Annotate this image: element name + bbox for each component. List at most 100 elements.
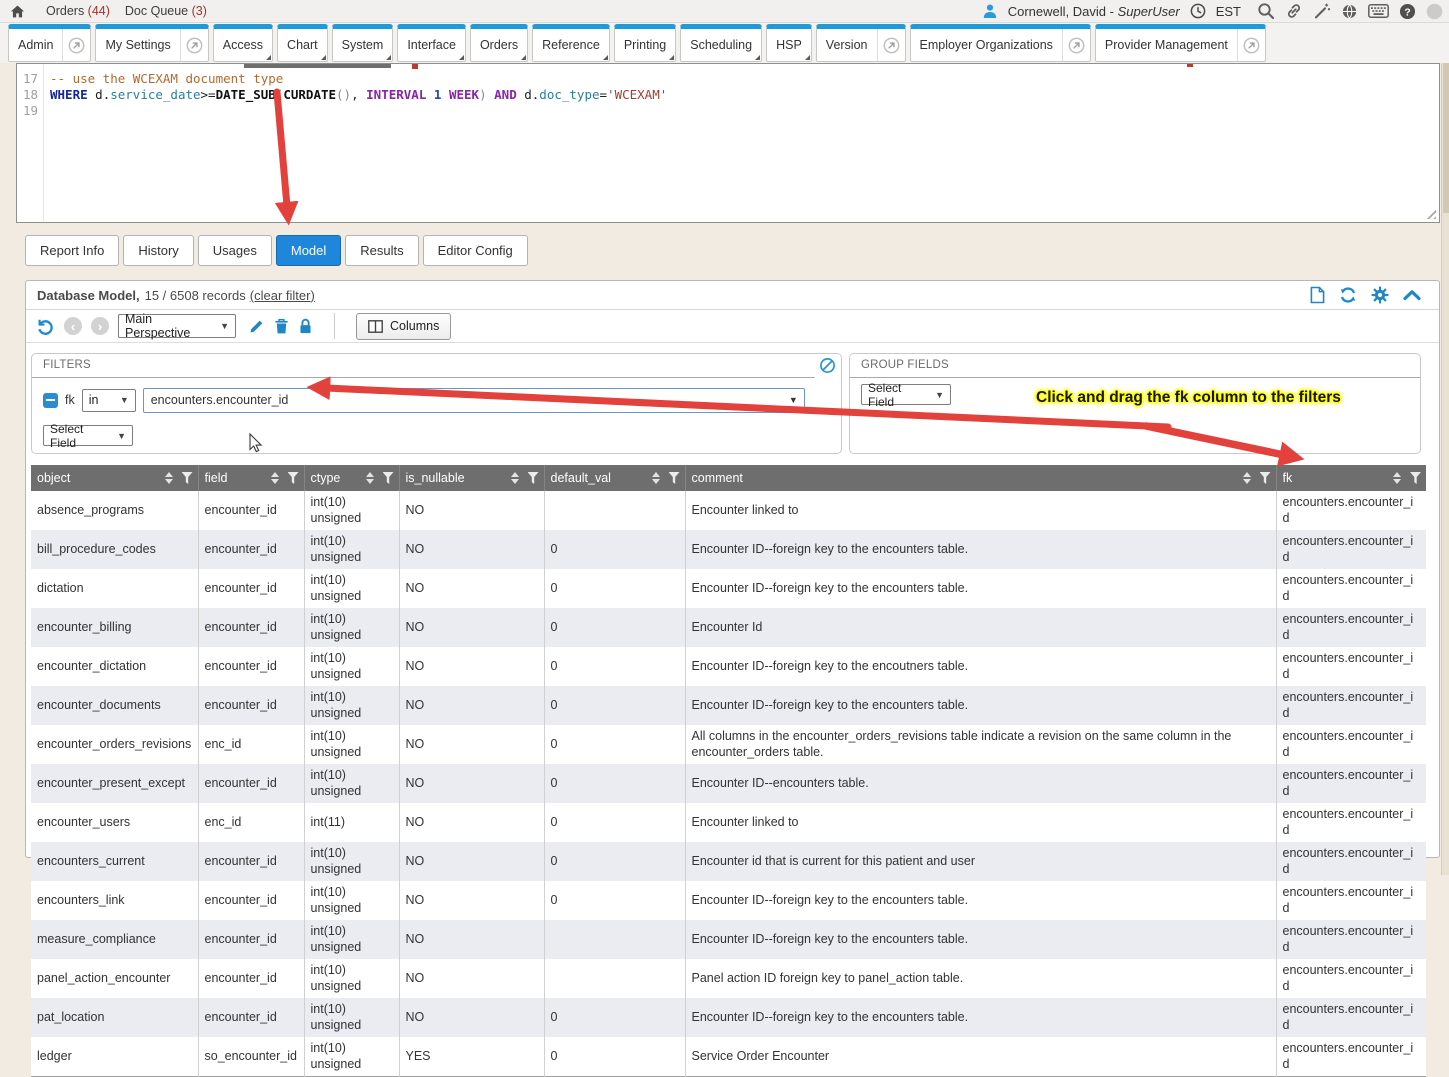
code-area[interactable]: -- use the WCEXAM document typeWHERE d.s… [50,71,1425,119]
column-header-comment[interactable]: comment [685,465,1276,491]
table-row[interactable]: dictationencounter_idint(10) unsignedNO0… [31,569,1426,608]
globe-button[interactable] [1341,3,1358,20]
topbar-link-orders[interactable]: Orders (44) [46,4,110,18]
cell-comment: Encounter ID--foreign key to the encount… [685,569,1276,608]
column-header-field[interactable]: field [198,465,304,491]
filters-select-field[interactable]: Select Field ▼ [43,425,133,446]
nav-tab-admin[interactable]: Admin [8,24,91,62]
nav-tab-orders[interactable]: Orders [470,24,528,62]
nav-tab-employer-organizations[interactable]: Employer Organizations [910,24,1091,62]
remove-filter-button[interactable] [43,393,58,408]
table-row[interactable]: encounter_present_exceptencounter_idint(… [31,764,1426,803]
filter-funnel-icon[interactable] [528,472,539,484]
result-tab-editor-config[interactable]: Editor Config [423,235,528,266]
result-tab-results[interactable]: Results [345,235,418,266]
popout-button[interactable] [62,29,90,61]
forward-button[interactable]: › [91,317,109,335]
nav-tab-access[interactable]: Access [213,24,273,62]
nav-tab-my-settings[interactable]: My Settings [95,24,208,62]
undo-button[interactable] [36,317,55,336]
table-row[interactable]: pat_locationencounter_idint(10) unsigned… [31,998,1426,1037]
nav-tab-version[interactable]: Version [816,24,906,62]
nav-tab-provider-management[interactable]: Provider Management [1095,24,1266,62]
nav-tab-interface[interactable]: Interface [397,24,466,62]
clock-icon [1190,3,1206,19]
column-header-ctype[interactable]: ctype [304,465,399,491]
table-row[interactable]: encounter_documentsencounter_idint(10) u… [31,686,1426,725]
result-tab-report-info[interactable]: Report Info [25,235,119,266]
nav-tab-hsp[interactable]: HSP [766,24,812,62]
filter-funnel-icon[interactable] [288,472,299,484]
table-row[interactable]: bill_procedure_codesencounter_idint(10) … [31,530,1426,569]
home-button[interactable] [10,4,25,19]
nav-tab-printing[interactable]: Printing [614,24,676,62]
popout-button[interactable] [1062,29,1090,61]
dropdown-caret-icon[interactable]: ▼ [789,395,798,405]
timezone-button[interactable] [1190,3,1206,19]
topbar-link-doc-queue[interactable]: Doc Queue (3) [125,4,207,18]
table-row[interactable]: encounter_orders_revisionsenc_idint(10) … [31,725,1426,764]
column-header-object[interactable]: object [31,465,198,491]
table-row[interactable]: ledgerso_encounter_idint(10) unsignedYES… [31,1037,1426,1077]
group-select-field[interactable]: Select Field ▼ [861,384,951,405]
column-header-is-nullable[interactable]: is_nullable [399,465,544,491]
help-button[interactable]: ? [1399,3,1416,20]
filter-funnel-icon[interactable] [383,472,394,484]
user-name[interactable]: Cornewell, David - SuperUser [1008,4,1180,19]
table-row[interactable]: measure_complianceencounter_idint(10) un… [31,920,1426,959]
refresh-button[interactable] [1339,286,1357,304]
page-scrollbar-thumb[interactable] [1443,63,1449,213]
new-document-button[interactable] [1310,286,1325,304]
lock-perspective-button[interactable] [298,317,313,335]
sort-icon[interactable] [270,472,280,484]
clear-filter-link[interactable]: (clear filter) [250,288,315,303]
avatar[interactable] [1426,3,1443,20]
filter-funnel-icon[interactable] [182,472,193,484]
clear-filters-button[interactable] [819,357,836,379]
perspective-select[interactable]: Main Perspective ▼ [118,314,236,338]
nav-tab-scheduling[interactable]: Scheduling [680,24,762,62]
sort-icon[interactable] [365,472,375,484]
back-button[interactable]: ‹ [64,317,82,335]
popout-button[interactable] [877,29,905,61]
sort-icon[interactable] [510,472,520,484]
sort-icon[interactable] [1392,472,1402,484]
wand-button[interactable] [1313,2,1331,20]
table-row[interactable]: encounters_linkencounter_idint(10) unsig… [31,881,1426,920]
table-row[interactable]: panel_action_encounterencounter_idint(10… [31,959,1426,998]
table-row[interactable]: absence_programsencounter_idint(10) unsi… [31,491,1426,530]
table-row[interactable]: encounters_currentencounter_idint(10) un… [31,842,1426,881]
columns-button[interactable]: Columns [356,313,451,340]
sort-icon[interactable] [651,472,661,484]
table-row[interactable]: encounter_billingencounter_idint(10) uns… [31,608,1426,647]
settings-button[interactable] [1371,286,1389,304]
page-scrollbar[interactable] [1441,63,1449,875]
sort-icon[interactable] [164,472,174,484]
editor-resize-handle[interactable] [1423,206,1436,219]
table-row[interactable]: encounter_dictationencounter_idint(10) u… [31,647,1426,686]
table-row[interactable]: encounter_usersenc_idint(11)NO0Encounter… [31,803,1426,842]
search-button[interactable] [1257,2,1275,20]
result-tab-usages[interactable]: Usages [198,235,272,266]
column-header-default-val[interactable]: default_val [544,465,685,491]
result-tab-model[interactable]: Model [276,235,341,266]
nav-tab-system[interactable]: System [332,24,394,62]
filter-value-input[interactable] [143,388,805,413]
sql-editor[interactable]: 171819 -- use the WCEXAM document typeWH… [16,63,1440,223]
filter-operator-select[interactable]: in ▼ [82,389,136,412]
sort-icon[interactable] [1242,472,1252,484]
nav-tab-chart[interactable]: Chart [277,24,328,62]
filter-funnel-icon[interactable] [1260,472,1271,484]
link-button[interactable] [1285,2,1303,20]
nav-tab-reference[interactable]: Reference [532,24,610,62]
filter-funnel-icon[interactable] [1410,472,1421,484]
column-header-fk[interactable]: fk [1276,465,1426,491]
result-tab-history[interactable]: History [123,235,193,266]
filter-funnel-icon[interactable] [669,472,680,484]
edit-perspective-button[interactable] [248,318,265,335]
popout-button[interactable] [1237,29,1265,61]
popout-button[interactable] [180,29,208,61]
delete-perspective-button[interactable] [274,317,289,335]
keyboard-button[interactable] [1368,4,1389,18]
collapse-button[interactable] [1403,289,1421,301]
